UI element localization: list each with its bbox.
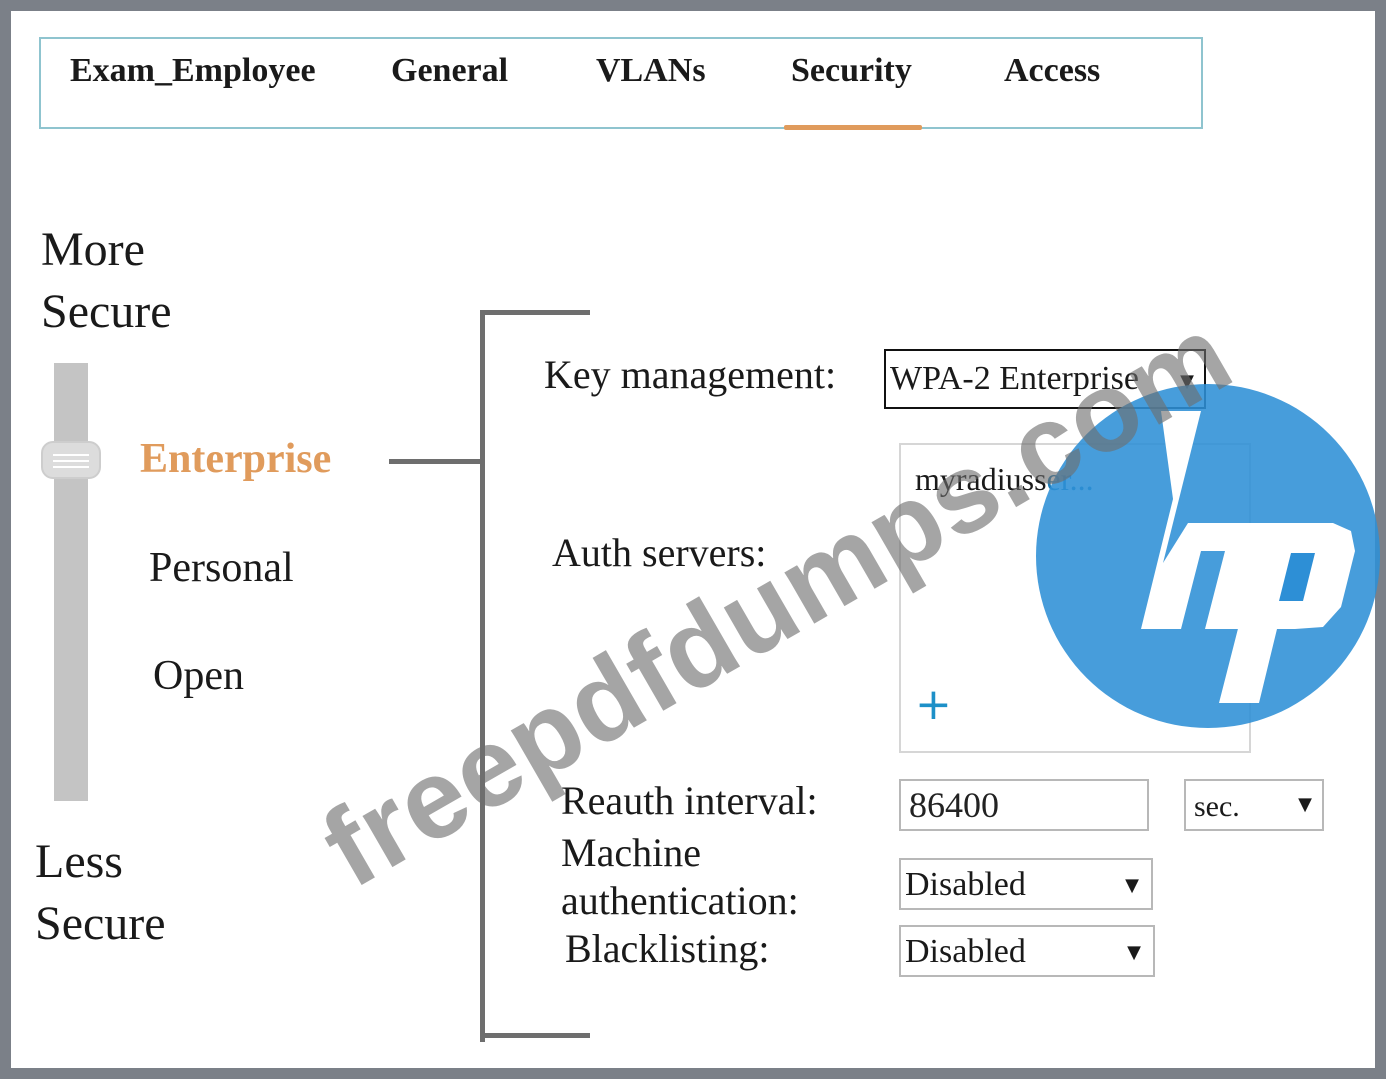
screenshot-frame: Exam_Employee General VLANs Security Acc… <box>0 0 1386 1079</box>
reauth-unit-select[interactable]: sec. ▼ <box>1184 779 1324 831</box>
blacklisting-select[interactable]: Disabled ▼ <box>899 925 1155 977</box>
machine-authentication-label-line2: authentication: <box>561 878 799 923</box>
auth-server-name: myradiuss <box>915 461 1047 497</box>
machine-authentication-select[interactable]: Disabled ▼ <box>899 858 1153 910</box>
key-management-label: Key management: <box>544 352 837 397</box>
level-enterprise[interactable]: Enterprise <box>140 434 331 484</box>
tab-general[interactable]: General <box>391 51 508 91</box>
active-tab-indicator <box>784 125 922 130</box>
less-secure-label-line2: Secure <box>35 897 166 950</box>
auth-servers-label: Auth servers: <box>552 530 767 575</box>
bracket-connector <box>389 459 483 464</box>
reauth-unit-value: sec. <box>1194 790 1240 823</box>
hp-logo <box>1036 384 1380 728</box>
chevron-down-icon: ▼ <box>1298 794 1312 815</box>
bracket-line <box>480 312 485 1042</box>
bracket-top <box>480 310 590 315</box>
tab-vlans[interactable]: VLANs <box>596 51 706 91</box>
bracket-bottom <box>480 1033 590 1038</box>
blacklisting-value: Disabled <box>905 933 1026 970</box>
tab-exam-employee[interactable]: Exam_Employee <box>70 51 316 91</box>
more-secure-label-line1: More <box>41 223 145 276</box>
security-slider-track[interactable] <box>54 363 88 801</box>
tab-security[interactable]: Security <box>791 51 912 91</box>
tab-access[interactable]: Access <box>1004 51 1100 91</box>
level-open[interactable]: Open <box>153 651 244 701</box>
reauth-interval-input[interactable] <box>899 779 1149 831</box>
chevron-down-icon: ▼ <box>1127 942 1141 963</box>
add-auth-server-button[interactable]: + <box>915 683 952 727</box>
reauth-interval-label: Reauth interval: <box>561 778 818 823</box>
machine-authentication-value: Disabled <box>905 866 1026 903</box>
machine-authentication-label-line1: Machine <box>561 830 701 875</box>
less-secure-label-line1: Less <box>35 835 123 888</box>
blacklisting-label: Blacklisting: <box>565 926 770 971</box>
chevron-down-icon: ▼ <box>1125 875 1139 896</box>
security-slider-thumb[interactable] <box>41 441 101 479</box>
level-personal[interactable]: Personal <box>149 543 294 593</box>
more-secure-label-line2: Secure <box>41 285 172 338</box>
